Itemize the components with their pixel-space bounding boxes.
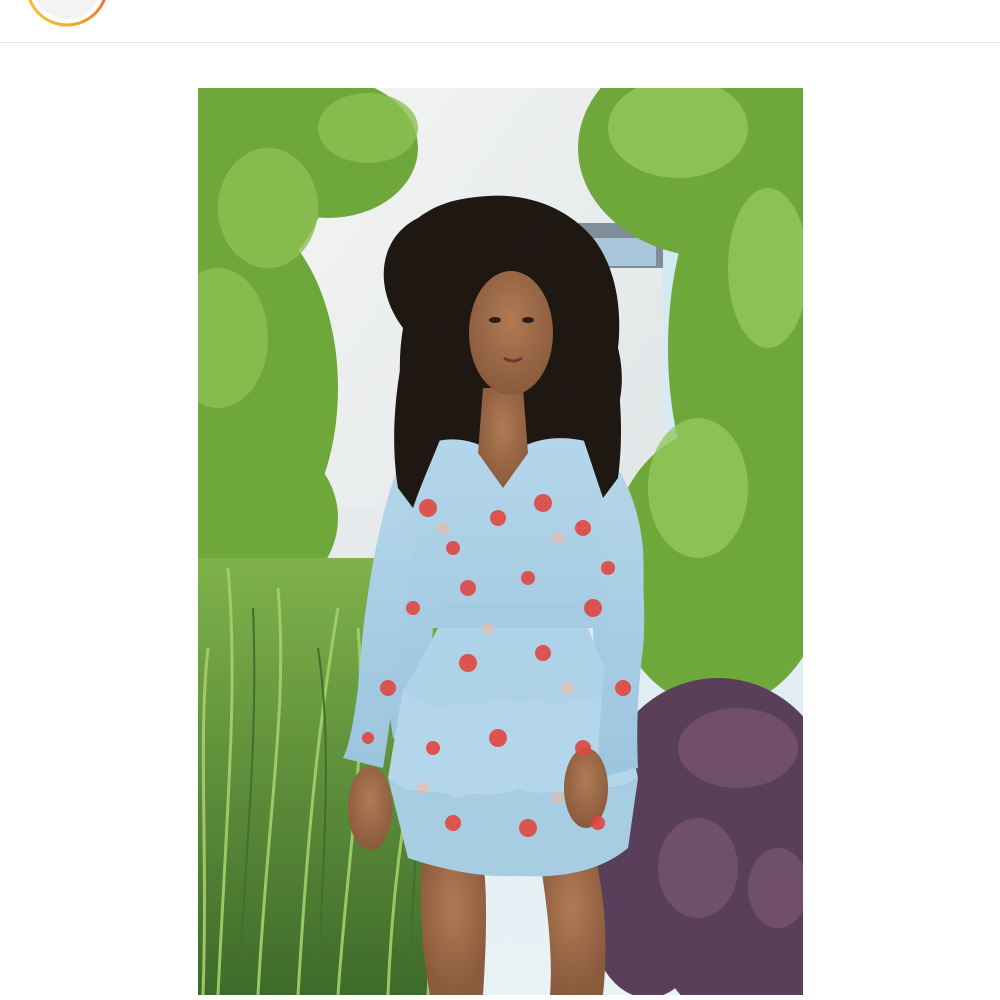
post-header — [0, 0, 1000, 43]
app-page — [0, 0, 1000, 1000]
story-ring-avatar-icon — [28, 0, 106, 27]
avatar[interactable] — [24, 0, 110, 28]
photo-woman-floral-dress — [198, 88, 803, 995]
post-image[interactable] — [198, 88, 803, 995]
